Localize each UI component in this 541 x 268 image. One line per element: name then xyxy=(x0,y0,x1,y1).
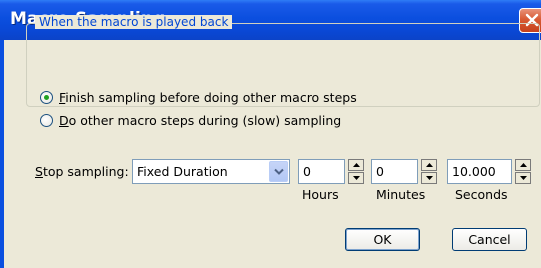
seconds-label: Seconds xyxy=(455,187,508,202)
chevron-down-icon xyxy=(274,168,284,175)
seconds-value: 10.000 xyxy=(452,164,496,179)
arrow-up-icon xyxy=(352,163,360,167)
seconds-increment-button[interactable] xyxy=(515,159,531,171)
radio-finish-indicator[interactable] xyxy=(40,90,53,104)
dropdown-button[interactable] xyxy=(269,161,288,182)
seconds-input[interactable]: 10.000 xyxy=(447,159,531,184)
hours-label: Hours xyxy=(302,187,339,202)
hours-spinner xyxy=(348,159,364,184)
arrow-down-icon xyxy=(519,176,527,180)
radio-do-other-indicator[interactable] xyxy=(40,113,53,127)
arrow-up-icon xyxy=(519,163,527,167)
arrow-down-icon xyxy=(352,176,360,180)
cancel-button[interactable]: Cancel xyxy=(452,228,527,251)
stop-mode-value: Fixed Duration xyxy=(137,164,228,179)
hours-increment-button[interactable] xyxy=(348,159,364,171)
minutes-spinner xyxy=(421,159,437,184)
hours-value: 0 xyxy=(303,164,311,179)
playback-group-legend: When the macro is played back xyxy=(35,15,233,29)
stop-sampling-label: Stop sampling: xyxy=(35,164,129,179)
ok-button[interactable]: OK xyxy=(345,228,420,251)
radio-do-other-label: Do other macro steps during (slow) sampl… xyxy=(59,112,342,128)
minutes-label: Minutes xyxy=(376,187,426,202)
seconds-decrement-button[interactable] xyxy=(515,172,531,184)
radio-finish-sampling[interactable]: Finish sampling before doing other macro… xyxy=(40,88,357,106)
hours-input[interactable]: 0 xyxy=(298,159,364,184)
minutes-input[interactable]: 0 xyxy=(371,159,437,184)
minutes-increment-button[interactable] xyxy=(421,159,437,171)
stop-mode-select[interactable]: Fixed Duration xyxy=(132,159,290,184)
minutes-value: 0 xyxy=(376,164,384,179)
seconds-spinner xyxy=(515,159,531,184)
arrow-up-icon xyxy=(425,163,433,167)
arrow-down-icon xyxy=(425,176,433,180)
hours-decrement-button[interactable] xyxy=(348,172,364,184)
radio-do-other-steps[interactable]: Do other macro steps during (slow) sampl… xyxy=(40,111,341,129)
radio-finish-label: Finish sampling before doing other macro… xyxy=(59,89,357,105)
minutes-decrement-button[interactable] xyxy=(421,172,437,184)
